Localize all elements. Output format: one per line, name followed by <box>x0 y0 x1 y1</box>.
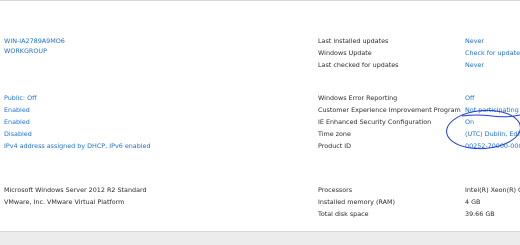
os-name-text: Microsoft Windows Server 2012 R2 Standar… <box>4 186 147 194</box>
processors-label: Processors <box>318 186 353 194</box>
installed-memory-value: 4 GB <box>465 198 481 206</box>
last-checked-updates-link[interactable]: Never <box>465 61 484 69</box>
workgroup-link[interactable]: WORKGROUP <box>4 47 47 55</box>
server-properties-panel: WIN-IA2789A9MO6 WORKGROUP Last installed… <box>0 0 520 232</box>
firewall-status-link[interactable]: Public: Off <box>4 94 37 102</box>
last-installed-updates-link[interactable]: Never <box>465 37 484 45</box>
product-id-link[interactable]: 00252-70000-000 <box>465 142 520 150</box>
ceip-label: Customer Experience Improvement Program <box>318 106 461 114</box>
nic-teaming-link[interactable]: Disabled <box>4 130 32 138</box>
ceip-link[interactable]: Not participating <box>465 106 519 114</box>
check-for-updates-link[interactable]: Check for updates <box>465 49 520 57</box>
manufacturer-text: VMware, Inc. VMware Virtual Platform <box>4 198 125 206</box>
error-reporting-link[interactable]: Off <box>465 94 474 102</box>
time-zone-link[interactable]: (UTC) Dublin, Edin <box>465 130 520 138</box>
total-disk-space-label: Total disk space <box>318 210 369 218</box>
total-disk-space-value: 39.66 GB <box>465 210 495 218</box>
ie-esc-label: IE Enhanced Security Configuration <box>318 118 432 126</box>
computer-name-link[interactable]: WIN-IA2789A9MO6 <box>4 37 65 45</box>
last-checked-updates-label: Last checked for updates <box>318 61 399 69</box>
processors-value: Intel(R) Xeon(R) C <box>465 186 520 194</box>
ethernet-link[interactable]: IPv4 address assigned by DHCP, IPv6 enab… <box>4 142 151 150</box>
ie-esc-link[interactable]: On <box>465 118 474 126</box>
last-installed-updates-label: Last installed updates <box>318 37 389 45</box>
error-reporting-label: Windows Error Reporting <box>318 94 398 102</box>
remote-desktop-link[interactable]: Enabled <box>4 118 30 126</box>
installed-memory-label: Installed memory (RAM) <box>318 198 396 206</box>
product-id-label: Product ID <box>318 142 352 150</box>
time-zone-label: Time zone <box>318 130 351 138</box>
windows-update-label: Windows Update <box>318 49 372 57</box>
remote-management-link[interactable]: Enabled <box>4 106 30 114</box>
